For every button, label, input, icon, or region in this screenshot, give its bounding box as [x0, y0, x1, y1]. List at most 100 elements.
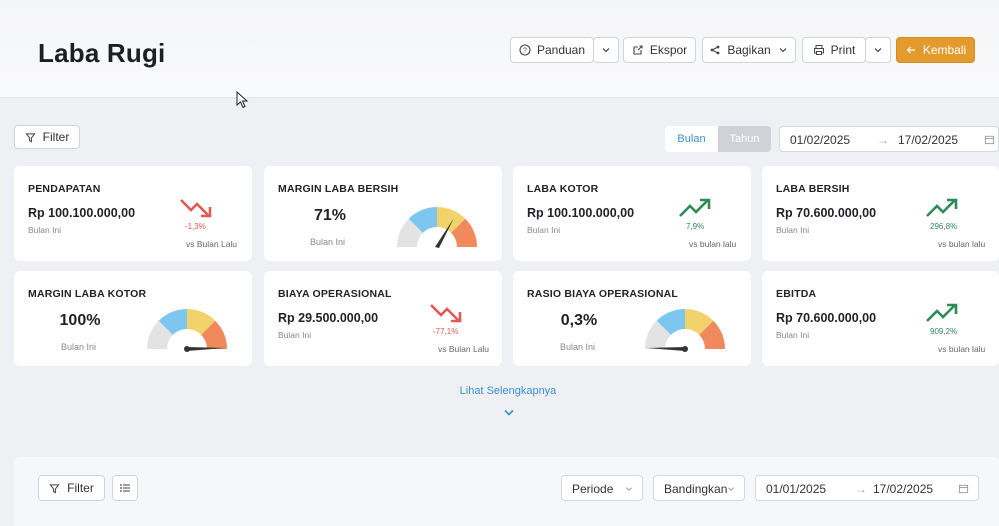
card-subtitle: Bulan Ini	[310, 237, 346, 247]
kpi-card-revenue[interactable]: PENDAPATAN Rp 100.100.000,00 Bulan Ini -…	[14, 166, 252, 261]
calendar-icon	[984, 135, 995, 145]
date-to: 17/02/2025	[898, 133, 959, 147]
filter-icon	[49, 483, 60, 493]
card-value: Rp 100.100.000,00	[28, 206, 136, 220]
card-subtitle: Bulan Ini	[28, 225, 62, 235]
gauge-chart	[397, 206, 477, 250]
card-compare-label: vs Bulan Lalu	[186, 239, 238, 249]
page-title: Laba Rugi	[38, 38, 166, 68]
trend-down-icon	[180, 199, 212, 218]
back-button-label: Kembali	[922, 43, 967, 57]
chevron-down-icon	[779, 48, 787, 53]
chevron-down-icon	[874, 48, 882, 53]
period-segment-control: Bulan Tahun	[665, 126, 771, 152]
back-button[interactable]: Kembali	[896, 37, 975, 63]
guide-button[interactable]: ? Panduan	[510, 37, 594, 63]
card-value: Rp 100.100.000,00	[527, 206, 635, 220]
kpi-card-gross-margin[interactable]: MARGIN LABA KOTOR 100% Bulan Ini	[14, 271, 252, 366]
kpi-card-ebitda[interactable]: EBITDA Rp 70.600.000,00 Bulan Ini 909,2%…	[762, 271, 999, 366]
export-icon	[633, 45, 643, 55]
list-icon	[120, 484, 130, 492]
card-change-percent: 296,8%	[930, 222, 958, 231]
card-title: RASIO BIAYA OPERASIONAL	[527, 288, 679, 300]
card-value: 100%	[59, 312, 101, 329]
card-change-percent: -77,1%	[433, 327, 459, 336]
card-compare-label: vs bulan lalu	[938, 239, 986, 249]
chevron-down-icon	[728, 487, 734, 491]
mouse-cursor-icon	[236, 91, 249, 109]
see-more-link[interactable]: Lihat Selengkapnya	[0, 385, 999, 397]
trend-up-icon	[926, 303, 958, 322]
card-title: BIAYA OPERASIONAL	[278, 288, 392, 300]
print-button-label: Print	[830, 43, 856, 57]
compare-select-value: Bandingkan	[664, 482, 728, 496]
card-title: LABA KOTOR	[527, 183, 599, 195]
columns-button[interactable]	[112, 475, 138, 501]
date-range-input[interactable]: 01/02/2025 → 17/02/2025	[779, 126, 999, 152]
card-value: Rp 29.500.000,00	[278, 311, 379, 325]
arrow-right-icon: →	[877, 133, 889, 147]
card-change-percent: 909,2%	[930, 327, 958, 336]
chevron-down-icon	[626, 487, 632, 491]
export-button-label: Ekspor	[649, 43, 688, 57]
printer-icon	[813, 45, 824, 55]
card-subtitle: Bulan Ini	[278, 330, 312, 340]
gauge-chart	[146, 309, 228, 352]
guide-dropdown-button[interactable]	[593, 37, 619, 63]
print-button[interactable]: Print	[802, 37, 866, 63]
compare-select[interactable]: Bandingkan	[653, 475, 745, 501]
share-icon	[710, 45, 720, 55]
card-title: PENDAPATAN	[28, 183, 101, 195]
calendar-icon	[958, 484, 969, 494]
share-button[interactable]: Bagikan	[702, 37, 796, 63]
arrow-right-icon: →	[855, 482, 867, 496]
card-title: MARGIN LABA KOTOR	[28, 288, 147, 300]
card-value: Rp 70.600.000,00	[776, 206, 877, 220]
help-icon: ?	[519, 44, 531, 56]
filter-button[interactable]: Filter	[14, 125, 80, 149]
period-select[interactable]: Periode	[561, 475, 643, 501]
card-change-percent: -1,3%	[185, 222, 206, 231]
export-button[interactable]: Ekspor	[623, 37, 696, 63]
report-date-to: 17/02/2025	[873, 482, 934, 496]
card-subtitle: Bulan Ini	[527, 225, 561, 235]
report-filter-button[interactable]: Filter	[38, 475, 105, 501]
card-title: LABA BERSIH	[776, 183, 850, 195]
card-subtitle: Bulan Ini	[776, 225, 810, 235]
chevron-down-icon	[602, 48, 610, 53]
kpi-card-gross-profit[interactable]: LABA KOTOR Rp 100.100.000,00 Bulan Ini 7…	[513, 166, 751, 261]
segment-year[interactable]: Tahun	[718, 126, 771, 152]
filter-icon	[25, 132, 36, 142]
card-compare-label: vs bulan lalu	[689, 239, 737, 249]
kpi-card-operating-cost[interactable]: BIAYA OPERASIONAL Rp 29.500.000,00 Bulan…	[264, 271, 502, 366]
print-dropdown-button[interactable]	[865, 37, 891, 63]
segment-month[interactable]: Bulan	[665, 126, 718, 152]
kpi-card-net-margin[interactable]: MARGIN LABA BERSIH 71% Bulan Ini	[264, 166, 502, 261]
period-select-value: Periode	[572, 482, 614, 496]
date-from: 01/02/2025	[790, 133, 851, 147]
gauge-chart	[645, 309, 725, 352]
card-subtitle: Bulan Ini	[776, 330, 810, 340]
card-compare-label: vs Bulan Lalu	[438, 344, 490, 354]
report-filter-label: Filter	[67, 481, 94, 495]
card-value: 0,3%	[560, 312, 598, 329]
card-subtitle: Bulan Ini	[560, 342, 596, 352]
card-change-percent: 7,9%	[686, 222, 705, 231]
report-date-from: 01/01/2025	[766, 482, 827, 496]
kpi-card-operating-cost-ratio[interactable]: RASIO BIAYA OPERASIONAL 0,3% Bulan Ini	[513, 271, 751, 366]
card-value: 71%	[313, 207, 347, 224]
trend-down-icon	[430, 304, 462, 323]
trend-up-icon	[926, 198, 958, 217]
card-title: MARGIN LABA BERSIH	[278, 183, 399, 195]
filter-button-label: Filter	[42, 130, 70, 144]
card-value: Rp 70.600.000,00	[776, 311, 877, 325]
card-subtitle: Bulan Ini	[61, 342, 97, 352]
kpi-card-net-profit[interactable]: LABA BERSIH Rp 70.600.000,00 Bulan Ini 2…	[762, 166, 999, 261]
trend-up-icon	[679, 198, 711, 217]
report-date-range-input[interactable]: 01/01/2025 → 17/02/2025	[755, 475, 979, 501]
card-title: EBITDA	[776, 288, 817, 300]
card-compare-label: vs bulan lalu	[938, 344, 986, 354]
guide-button-label: Panduan	[536, 43, 586, 57]
arrow-left-icon	[906, 46, 915, 54]
chevron-down-icon[interactable]	[503, 407, 515, 419]
